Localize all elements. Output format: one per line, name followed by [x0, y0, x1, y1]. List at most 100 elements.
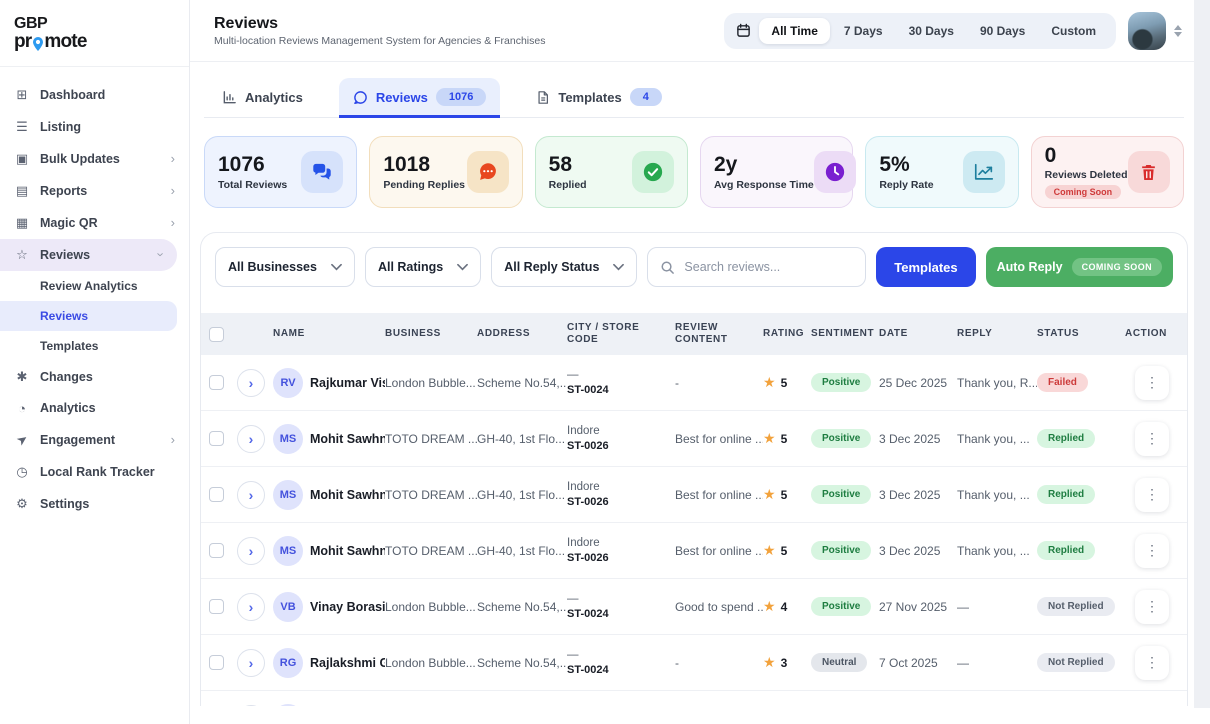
chevron-up-down-icon[interactable] — [1174, 25, 1182, 37]
sidebar-item-bulk-updates[interactable]: ▣Bulk Updates› — [0, 143, 189, 175]
sidebar-item-label: Analytics — [40, 401, 96, 415]
sidebar-item-listing[interactable]: ☰Listing — [0, 111, 189, 143]
auto-reply-button[interactable]: Auto Reply COMING SOON — [986, 247, 1173, 287]
rating-cell: ★5 — [763, 374, 811, 391]
city: Indore — [567, 536, 675, 551]
row-actions-button[interactable]: ⋮ — [1135, 422, 1169, 456]
tab-bar: Analytics Reviews1076 Templates4 — [204, 78, 1184, 118]
row-checkbox[interactable] — [209, 655, 224, 670]
avatar: MS — [273, 480, 303, 510]
stat-label: Avg Response Time — [714, 179, 814, 191]
time-filter-all-time[interactable]: All Time — [759, 18, 829, 44]
stat-text: 2yAvg Response Time — [714, 153, 814, 190]
sidebar-item-magic-qr[interactable]: ▦Magic QR› — [0, 207, 189, 239]
expand-row-button[interactable]: › — [237, 705, 265, 707]
dropdown-reply-status[interactable]: All Reply Status — [491, 247, 637, 287]
avatar: MS — [273, 536, 303, 566]
user-avatar[interactable] — [1128, 12, 1166, 50]
sidebar-item-dashboard[interactable]: ⊞Dashboard — [0, 79, 189, 111]
time-filter-30-days[interactable]: 30 Days — [897, 18, 966, 44]
tab-analytics[interactable]: Analytics — [208, 78, 317, 118]
expand-row-button[interactable]: › — [237, 369, 265, 397]
row-actions-button[interactable]: ⋮ — [1135, 534, 1169, 568]
stat-text: 5%Reply Rate — [879, 153, 933, 190]
row-actions-button[interactable]: ⋮ — [1135, 478, 1169, 512]
sentiment-cell: Positive — [811, 541, 879, 560]
row-checkbox[interactable] — [209, 375, 224, 390]
tab-templates[interactable]: Templates4 — [522, 78, 675, 118]
expand-row-button[interactable]: › — [237, 593, 265, 621]
business-cell: London Bubble... — [385, 376, 477, 390]
name-cell: VBVinay Borasi — [273, 592, 385, 622]
sentiment-badge: Positive — [811, 373, 871, 392]
clock-icon: ◷ — [14, 464, 30, 480]
rating-cell: ★5 — [763, 430, 811, 447]
name-cell: MSMohit Sawhn — [273, 536, 385, 566]
action-cell: ⋮ — [1125, 422, 1187, 456]
row-checkbox[interactable] — [209, 543, 224, 558]
search-input[interactable] — [684, 260, 853, 274]
listing-icon: ☰ — [14, 119, 30, 135]
rating-value: 4 — [781, 600, 788, 614]
stat-card-avg-response-time: 2yAvg Response Time — [700, 136, 853, 208]
stat-card-reply-rate: 5%Reply Rate — [865, 136, 1018, 208]
time-filter-7-days[interactable]: 7 Days — [832, 18, 895, 44]
store-code: ST-0026 — [567, 439, 675, 453]
column-header-sentiment: SENTIMENT — [811, 328, 879, 341]
sidebar-item-templates[interactable]: Templates — [0, 331, 189, 361]
chevron-right-icon: › — [171, 216, 175, 229]
brand-logo: GBP pr mote — [0, 0, 189, 67]
business-cell: London Bubble... — [385, 656, 477, 670]
expand-row-button[interactable]: › — [237, 481, 265, 509]
sidebar-item-engagement[interactable]: ➤Engagement› — [0, 424, 189, 456]
reply-cell: Thank you, ... — [957, 544, 1037, 558]
action-cell: ⋮ — [1125, 646, 1187, 680]
search-box — [647, 247, 866, 287]
row-actions-button[interactable]: ⋮ — [1135, 366, 1169, 400]
name-cell: RVRajkumar Vis — [273, 368, 385, 398]
expand-row-button[interactable]: › — [237, 537, 265, 565]
dropdown-ratings[interactable]: All Ratings — [365, 247, 481, 287]
tab-reviews[interactable]: Reviews1076 — [339, 78, 501, 118]
row-actions-button[interactable]: ⋮ — [1135, 590, 1169, 624]
sidebar-item-label: Dashboard — [40, 88, 105, 102]
calendar-icon — [736, 23, 751, 38]
templates-button[interactable]: Templates — [876, 247, 975, 287]
row-actions-button[interactable]: ⋮ — [1135, 646, 1169, 680]
city-store-cell: IndoreST-0026 — [567, 424, 675, 453]
name-cell: RGRajlakshmi G — [273, 648, 385, 678]
sidebar-item-reviews-sub[interactable]: Reviews — [0, 301, 177, 331]
row-checkbox[interactable] — [209, 487, 224, 502]
sidebar-item-review-analytics[interactable]: Review Analytics — [0, 271, 189, 301]
date-cell: 3 Dec 2025 — [879, 544, 957, 558]
expand-row-button[interactable]: › — [237, 425, 265, 453]
column-header-address: ADDRESS — [477, 328, 567, 341]
time-filter-custom[interactable]: Custom — [1039, 18, 1108, 44]
sidebar-item-reviews[interactable]: ☆Reviews› — [0, 239, 177, 271]
stat-text: 1018Pending Replies — [383, 153, 465, 190]
sidebar-item-reports[interactable]: ▤Reports› — [0, 175, 189, 207]
star-icon: ☆ — [14, 247, 30, 263]
sidebar-item-changes[interactable]: ✱Changes — [0, 361, 189, 393]
dropdown-businesses[interactable]: All Businesses — [215, 247, 355, 287]
reviewer-name: Mohit Sawhn — [310, 432, 385, 446]
sidebar-item-label: Templates — [40, 339, 98, 353]
row-checkbox[interactable] — [209, 599, 224, 614]
page-subtitle: Multi-location Reviews Management System… — [214, 35, 545, 47]
city: — — [567, 368, 675, 383]
sidebar-item-analytics[interactable]: ◔Analytics — [0, 393, 189, 424]
table-body: ›RVRajkumar VisLondon Bubble...Scheme No… — [201, 355, 1187, 706]
time-filter-90-days[interactable]: 90 Days — [968, 18, 1037, 44]
select-all-checkbox[interactable] — [209, 327, 224, 342]
city-store-cell: IndoreST-0026 — [567, 480, 675, 509]
status-cell: Not Replied — [1037, 597, 1125, 616]
content: AnalyticsReviews1076Templates4 1076Total… — [190, 62, 1194, 724]
dropdown-value: All Reply Status — [504, 260, 599, 274]
tab-label: Analytics — [245, 90, 303, 105]
sentiment-badge: Positive — [811, 429, 871, 448]
sidebar-item-settings[interactable]: ⚙Settings — [0, 488, 189, 520]
expand-row-button[interactable]: › — [237, 649, 265, 677]
sidebar-item-local-rank-tracker[interactable]: ◷Local Rank Tracker — [0, 456, 189, 488]
row-checkbox[interactable] — [209, 431, 224, 446]
tab-count-badge: 1076 — [436, 88, 486, 106]
